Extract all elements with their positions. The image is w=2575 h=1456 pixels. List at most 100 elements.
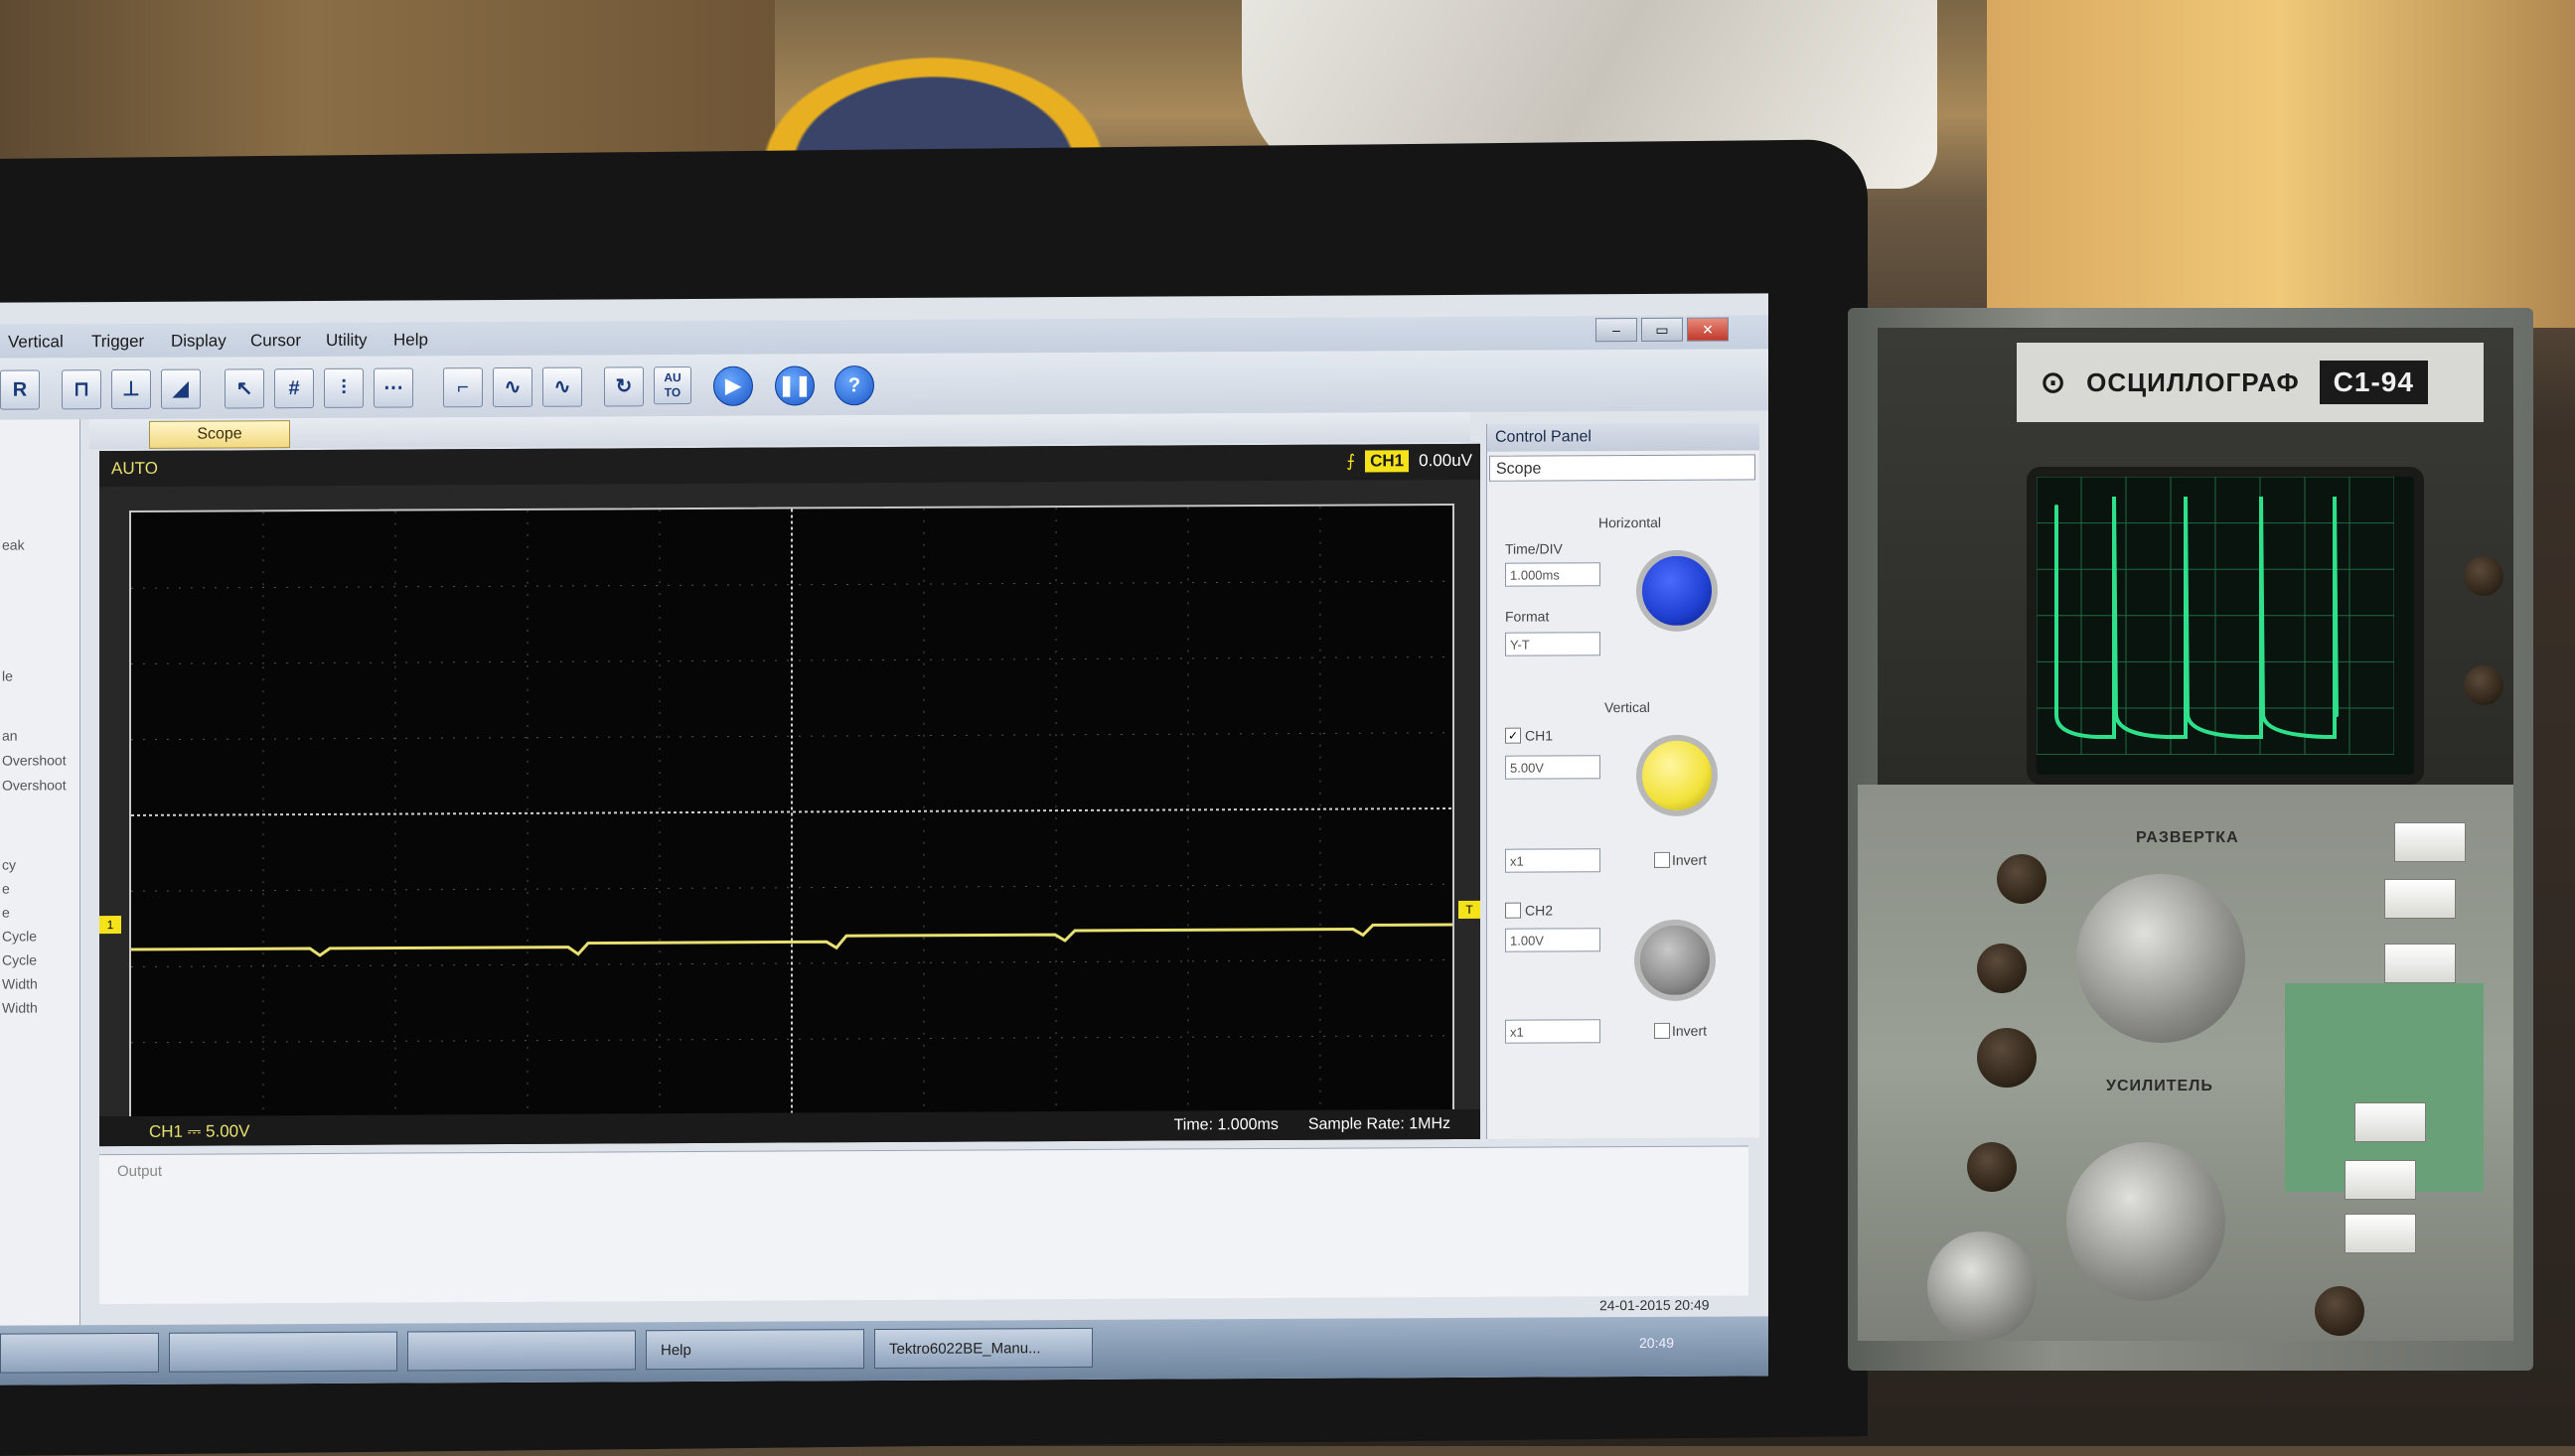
close-button[interactable]: ✕ [1687, 317, 1729, 342]
trigger-info: ⨍ CH1 0.00uV [1346, 450, 1472, 473]
wave-icon[interactable]: ∿ [493, 366, 532, 408]
horizontal-heading: Horizontal [1598, 513, 1662, 531]
output-panel: Output [99, 1145, 1748, 1305]
ch1-probe-select[interactable]: x1 [1505, 848, 1600, 873]
tab-scope[interactable]: Scope [149, 420, 290, 449]
bnc-connector[interactable] [1927, 1232, 2037, 1341]
menu-vertical[interactable]: Vertical [8, 332, 64, 352]
ch2-invert-label: Invert [1672, 1022, 1708, 1039]
measure-item[interactable]: Cycle [2, 928, 37, 944]
stability-knob[interactable] [1977, 944, 2027, 993]
ch2-invert-checkbox[interactable] [1654, 1022, 1670, 1039]
measure-item[interactable]: an [2, 728, 18, 744]
measure-item[interactable]: Cycle [2, 951, 37, 967]
mode-select[interactable]: Scope [1489, 454, 1755, 482]
input-jack[interactable] [1977, 1028, 2037, 1088]
step-icon[interactable]: ⌐ [443, 367, 483, 408]
sweep-button[interactable] [2384, 879, 2456, 919]
ramp-icon[interactable]: ◢ [161, 368, 201, 409]
volts-dial[interactable] [2066, 1142, 2225, 1301]
control-panel-title: Control Panel [1487, 422, 1759, 452]
scope-status-bar: AUTO ⨍ CH1 0.00uV [99, 443, 1480, 488]
crt-svg [2037, 477, 2394, 755]
window-controls: – ▭ ✕ [1595, 317, 1729, 343]
sweep-button[interactable] [2394, 822, 2466, 862]
measure-item[interactable]: eak [2, 537, 25, 553]
vertical-position-knob[interactable] [1967, 1142, 2017, 1192]
menu-cursor[interactable]: Cursor [250, 331, 301, 351]
horizontal-knob[interactable] [1636, 549, 1718, 633]
auto-button[interactable]: AU TO [654, 366, 691, 405]
sine-icon[interactable]: ∿ [542, 366, 582, 407]
ch1-volts-knob[interactable] [1636, 734, 1718, 817]
ch2-probe-select[interactable]: x1 [1505, 1019, 1600, 1044]
ch2-label: CH2 [1525, 902, 1554, 919]
trigger-button[interactable] [2354, 1102, 2426, 1142]
measure-item[interactable]: Overshoot [2, 752, 67, 768]
horizontal-cursor-icon[interactable]: ⋯ [374, 367, 413, 408]
measure-item[interactable]: Width [2, 999, 38, 1015]
trigger-level-marker[interactable]: T [1458, 900, 1480, 919]
ch1-invert-checkbox[interactable] [1654, 851, 1670, 868]
sweep-label: РАЗВЕРТКА [2136, 829, 2239, 846]
taskbar-item[interactable] [0, 1332, 159, 1374]
format-select[interactable]: Y-T [1505, 632, 1600, 656]
measure-item[interactable]: Overshoot [2, 777, 67, 793]
timebase-dial[interactable] [2076, 874, 2245, 1043]
waveform-grid[interactable] [129, 503, 1454, 1120]
refresh-icon[interactable]: ↻ [604, 366, 644, 407]
ground-jack[interactable] [2315, 1286, 2364, 1336]
square-wave-icon[interactable]: ⊓ [62, 369, 101, 410]
taskbar-manual[interactable]: Tektro6022BE_Manu... [874, 1327, 1093, 1370]
maximize-button[interactable]: ▭ [1641, 317, 1683, 343]
ch2-volts-select[interactable]: 1.00V [1505, 928, 1600, 952]
format-label: Format [1505, 608, 1550, 625]
pulse-icon[interactable]: ⊥ [111, 368, 151, 410]
waveform-svg [131, 506, 1452, 1118]
minimize-button[interactable]: – [1595, 318, 1637, 343]
taskbar-item[interactable] [169, 1331, 397, 1373]
reset-icon[interactable]: R [0, 369, 40, 410]
vertical-cursor-icon[interactable]: ⫶ [324, 367, 364, 408]
trigger-edge-icon: ⨍ [1346, 451, 1356, 471]
taskbar-item[interactable] [407, 1330, 636, 1372]
grid-icon[interactable]: # [274, 368, 314, 409]
ch1-checkbox[interactable]: ✓ [1505, 727, 1521, 744]
taskbar-help[interactable]: Help [646, 1329, 864, 1371]
crt-trace [2054, 496, 2339, 739]
focus-knob[interactable] [2464, 556, 2503, 596]
ch2-checkbox[interactable] [1505, 902, 1521, 919]
menu-utility[interactable]: Utility [326, 331, 368, 351]
model-name: С1-94 [2319, 361, 2428, 404]
measure-item[interactable]: e [2, 881, 10, 897]
pointer-icon[interactable]: ↖ [225, 368, 264, 409]
toolbar: R ⊓ ⊥ ◢ ↖ # ⫶ ⋯ ⌐ ∿ ∿ ↻ AU TO ▶ ❚❚ ? [0, 349, 1768, 420]
trigger-button[interactable] [2345, 1160, 2416, 1200]
timediv-select[interactable]: 1.000ms [1505, 562, 1600, 587]
menu-help[interactable]: Help [393, 330, 428, 350]
brightness-knob[interactable] [2464, 665, 2503, 705]
trigger-channel: CH1 [1365, 450, 1410, 473]
measure-panel: eak le an Overshoot Overshoot cy e e Cyc… [0, 419, 80, 1334]
measure-item[interactable]: e [2, 905, 10, 921]
sweep-button[interactable] [2384, 944, 2456, 983]
vertical-heading: Vertical [1604, 698, 1650, 716]
amplifier-label: УСИЛИТЕЛЬ [2106, 1078, 2213, 1094]
pause-icon[interactable]: ❚❚ [775, 365, 815, 406]
measure-item[interactable]: cy [2, 857, 16, 873]
ch1-invert-label: Invert [1672, 851, 1708, 868]
measure-item[interactable]: Width [2, 975, 38, 991]
ch1-offset-marker[interactable]: 1 [99, 916, 121, 935]
run-icon[interactable]: ▶ [713, 365, 753, 406]
trigger-button[interactable] [2345, 1214, 2416, 1253]
ch1-volts-select[interactable]: 5.00V [1505, 755, 1600, 780]
crt-screen [2027, 467, 2424, 785]
acquire-mode: AUTO [111, 458, 158, 479]
curtain [0, 0, 775, 169]
measure-item[interactable]: le [2, 668, 13, 684]
ch2-volts-knob[interactable] [1634, 919, 1716, 1002]
help-icon[interactable]: ? [834, 365, 874, 406]
menu-display[interactable]: Display [171, 331, 227, 351]
menu-trigger[interactable]: Trigger [91, 332, 144, 352]
level-knob[interactable] [1997, 854, 2046, 904]
